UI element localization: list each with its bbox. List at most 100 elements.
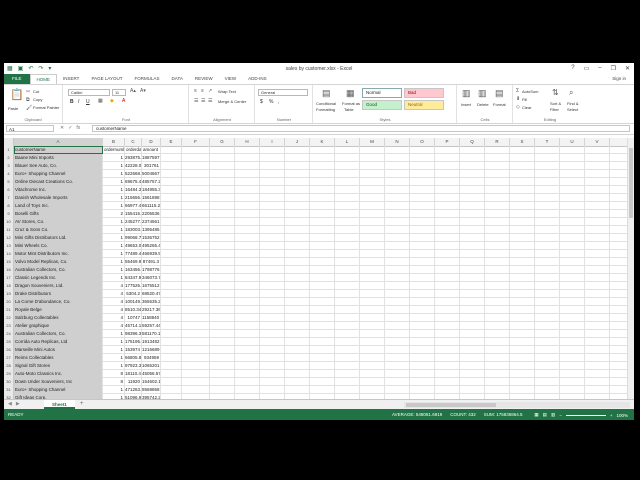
cell-c2[interactable]: 293875.6 (125, 154, 142, 162)
cell-h2[interactable] (235, 154, 260, 162)
row-header[interactable]: 26 (4, 346, 14, 354)
cell-t9[interactable] (535, 210, 560, 218)
insert-cells-icon[interactable]: ▥ (462, 88, 471, 99)
column-header-e[interactable]: E (161, 138, 182, 146)
cell-a4[interactable]: Euro+ Shopping Channel (14, 170, 103, 178)
cell-p22[interactable] (435, 314, 460, 322)
cell-e5[interactable] (161, 178, 182, 186)
cell-d31[interactable]: 8569868 (142, 386, 161, 394)
cell-b13[interactable]: 1 (103, 242, 125, 250)
zoom-slider[interactable] (565, 414, 606, 416)
cell-s3[interactable] (510, 162, 535, 170)
copy-icon[interactable]: ⧉ (26, 97, 30, 103)
cell-s14[interactable] (510, 250, 535, 258)
cell-n6[interactable] (385, 186, 410, 194)
cell-c10[interactable]: 245277.1 (125, 218, 142, 226)
cell-d14[interactable]: 466939.5 (142, 250, 161, 258)
horizontal-scroll-thumb[interactable] (406, 403, 496, 407)
cell-s21[interactable] (510, 306, 535, 314)
cell-i23[interactable] (260, 322, 285, 330)
cell-f3[interactable] (182, 162, 210, 170)
cell-o11[interactable] (410, 226, 435, 234)
cell-g3[interactable] (210, 162, 235, 170)
cell-k3[interactable] (310, 162, 335, 170)
cell-f5[interactable] (182, 178, 210, 186)
cell-s2[interactable] (510, 154, 535, 162)
cell-e12[interactable] (161, 234, 182, 242)
cell-k28[interactable] (310, 362, 335, 370)
cell-f2[interactable] (182, 154, 210, 162)
page-layout-view-icon[interactable]: ▤ (543, 412, 547, 418)
cell-v26[interactable] (585, 346, 610, 354)
cell-c30[interactable]: 11920 (125, 378, 142, 386)
cell-p25[interactable] (435, 338, 460, 346)
cell-k24[interactable] (310, 330, 335, 338)
delete-cells-button[interactable]: Delete (477, 102, 489, 107)
cell-s25[interactable] (510, 338, 535, 346)
cell-d12[interactable]: 1536752 (142, 234, 161, 242)
cell-v21[interactable] (585, 306, 610, 314)
insert-cells-button[interactable]: Insert (461, 102, 471, 107)
sign-in-link[interactable]: Sign in (612, 76, 626, 81)
cell-p24[interactable] (435, 330, 460, 338)
cell-n3[interactable] (385, 162, 410, 170)
tab-home[interactable]: HOME (29, 74, 58, 84)
cell-p27[interactable] (435, 354, 460, 362)
cell-a12[interactable]: Mini Gifts Distributors Ltd. (14, 234, 103, 242)
cell-m15[interactable] (360, 258, 385, 266)
cell-m25[interactable] (360, 338, 385, 346)
cell-g4[interactable] (210, 170, 235, 178)
column-header-d[interactable]: D (142, 138, 161, 146)
cell-b26[interactable]: 1 (103, 346, 125, 354)
cell-j15[interactable] (285, 258, 310, 266)
cell-o27[interactable] (410, 354, 435, 362)
cell-h19[interactable] (235, 290, 260, 298)
fill-icon[interactable]: ⬇ (516, 96, 520, 102)
cell-r24[interactable] (485, 330, 510, 338)
format-painter-icon[interactable]: 🖌 (26, 105, 32, 111)
cell-k17[interactable] (310, 274, 335, 282)
cell-m8[interactable] (360, 202, 385, 210)
cell-t26[interactable] (535, 346, 560, 354)
cell-f7[interactable] (182, 194, 210, 202)
clear-button[interactable]: Clear (522, 105, 532, 110)
cell-q25[interactable] (460, 338, 485, 346)
column-header-i[interactable]: I (260, 138, 285, 146)
cell-u13[interactable] (560, 242, 585, 250)
cell-v11[interactable] (585, 226, 610, 234)
italic-button[interactable]: I (78, 99, 79, 105)
cell-n7[interactable] (385, 194, 410, 202)
cell-q28[interactable] (460, 362, 485, 370)
cell-l24[interactable] (335, 330, 360, 338)
cell-q11[interactable] (460, 226, 485, 234)
cell-t10[interactable] (535, 218, 560, 226)
cell-i18[interactable] (260, 282, 285, 290)
cell-r26[interactable] (485, 346, 510, 354)
cell-u12[interactable] (560, 234, 585, 242)
cell-n27[interactable] (385, 354, 410, 362)
cell-t11[interactable] (535, 226, 560, 234)
cell-l1[interactable] (335, 146, 360, 154)
cell-a6[interactable]: Vitachrome Inc. (14, 186, 103, 194)
delete-cells-icon[interactable]: ▥ (478, 88, 487, 99)
paste-icon[interactable]: 📋 (10, 88, 24, 101)
cell-n9[interactable] (385, 210, 410, 218)
cell-k30[interactable] (310, 378, 335, 386)
cell-j8[interactable] (285, 202, 310, 210)
cell-j14[interactable] (285, 250, 310, 258)
cell-q30[interactable] (460, 378, 485, 386)
font-color-icon[interactable]: A (122, 98, 125, 104)
find-select-button[interactable]: Find & (567, 101, 579, 106)
cell-s6[interactable] (510, 186, 535, 194)
cell-g22[interactable] (210, 314, 235, 322)
row-header[interactable]: 19 (4, 290, 14, 298)
cell-j19[interactable] (285, 290, 310, 298)
cell-p14[interactable] (435, 250, 460, 258)
cell-k12[interactable] (310, 234, 335, 242)
cell-p18[interactable] (435, 282, 460, 290)
cell-n5[interactable] (385, 178, 410, 186)
cell-e25[interactable] (161, 338, 182, 346)
cell-q3[interactable] (460, 162, 485, 170)
cell-o19[interactable] (410, 290, 435, 298)
tab-file[interactable]: FILE (4, 74, 30, 84)
